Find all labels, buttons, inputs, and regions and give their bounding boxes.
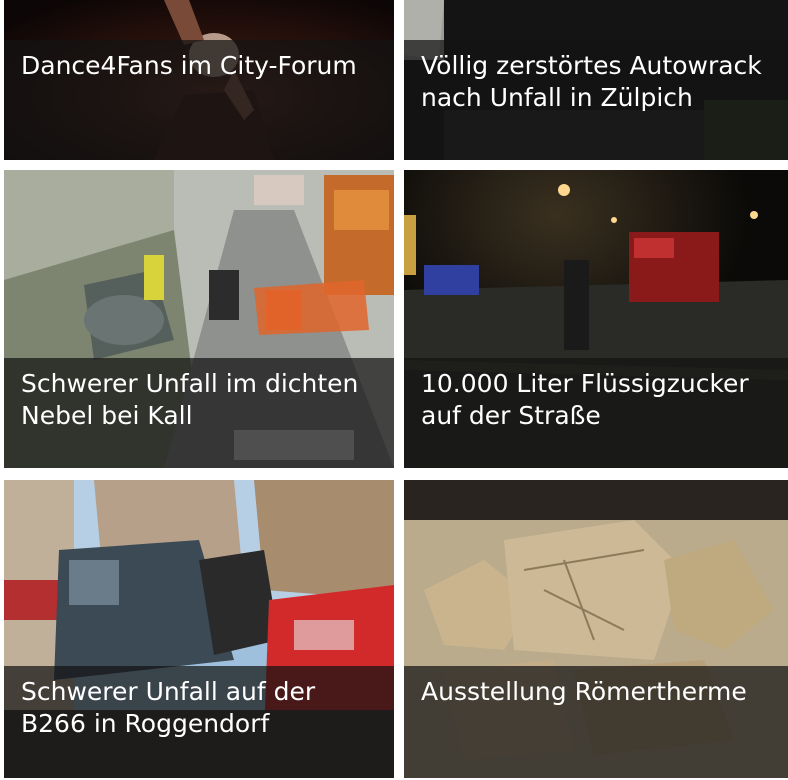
gallery-item-b266-roggendorf[interactable]: Schwerer Unfall auf der B266 in Roggendo… [4, 480, 394, 778]
gallery-title: Schwerer Unfall auf der B266 in Roggendo… [21, 677, 316, 738]
gallery-item-fluessigzucker[interactable]: 10.000 Liter Flüssigzucker auf der Straß… [404, 170, 788, 468]
gallery-title: Schwerer Unfall im dichten Nebel bei Kal… [21, 369, 359, 430]
gallery-caption: 10.000 Liter Flüssigzucker auf der Straß… [404, 358, 788, 468]
gallery-item-roemertherme[interactable]: Ausstellung Römertherme [404, 480, 788, 778]
gallery-item-nebel-kall[interactable]: Schwerer Unfall im dichten Nebel bei Kal… [4, 170, 394, 468]
gallery-caption: Völlig zerstörtes Autowrack nach Unfall … [404, 40, 788, 160]
gallery-item-autowrack[interactable]: Völlig zerstörtes Autowrack nach Unfall … [404, 0, 788, 160]
gallery-title: Ausstellung Römertherme [421, 677, 747, 706]
gallery-caption: Dance4Fans im City-Forum [4, 40, 394, 160]
gallery-caption: Schwerer Unfall auf der B266 in Roggendo… [4, 666, 394, 778]
gallery-caption: Schwerer Unfall im dichten Nebel bei Kal… [4, 358, 394, 468]
gallery-item-dance4fans[interactable]: Dance4Fans im City-Forum [4, 0, 394, 160]
gallery-title: Dance4Fans im City-Forum [21, 51, 357, 80]
gallery-title: Völlig zerstörtes Autowrack nach Unfall … [421, 51, 762, 112]
gallery-title: 10.000 Liter Flüssigzucker auf der Straß… [421, 369, 749, 430]
gallery-caption: Ausstellung Römertherme [404, 666, 788, 778]
